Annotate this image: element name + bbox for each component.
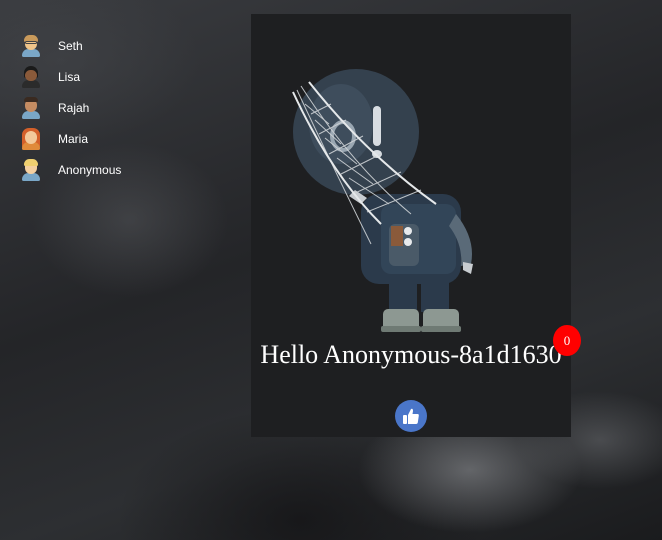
user-name: Anonymous [58, 162, 122, 177]
user-name: Lisa [58, 69, 81, 84]
user-item[interactable]: Lisa [18, 61, 238, 92]
avatar [20, 65, 42, 88]
user-list: Seth Lisa Rajah Maria Anonymous [18, 30, 238, 185]
user-item[interactable]: Rajah [18, 92, 238, 123]
user-name: Rajah [58, 100, 90, 115]
user-name: Seth [58, 38, 83, 53]
like-button[interactable] [395, 400, 427, 432]
avatar [20, 96, 42, 119]
astronaut-illustration [292, 69, 473, 332]
greeting-text: Hello Anonymous-8a1d1630 [260, 340, 562, 369]
avatar [20, 127, 42, 150]
thumbs-up-icon [403, 408, 419, 424]
user-name: Maria [58, 131, 89, 146]
user-item[interactable]: Anonymous [18, 154, 238, 185]
like-count-badge: 0 [553, 325, 581, 356]
greeting-card: Hello Anonymous-8a1d1630 [251, 14, 571, 437]
user-item[interactable]: Maria [18, 123, 238, 154]
avatar [20, 158, 42, 181]
user-item[interactable]: Seth [18, 30, 238, 61]
avatar [20, 34, 42, 57]
